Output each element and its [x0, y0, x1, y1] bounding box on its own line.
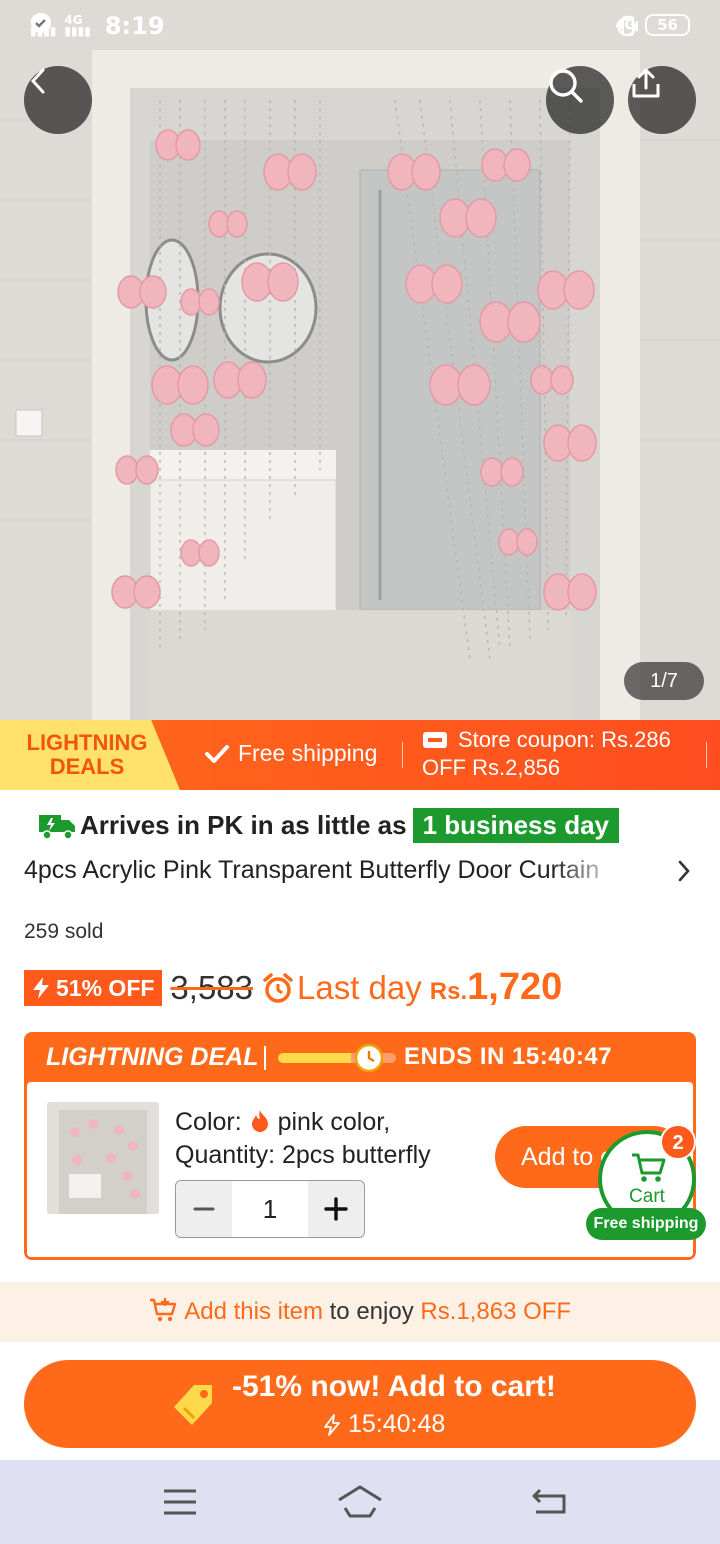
- lightning-icon: [33, 976, 49, 999]
- quantity-option: Quantity: 2pcs butterfly: [175, 1141, 431, 1169]
- add-item-link[interactable]: Add this item: [184, 1298, 323, 1325]
- search-button[interactable]: [546, 66, 614, 134]
- discount-label: 51% OFF: [56, 974, 155, 1001]
- sold-count: 259 sold: [24, 920, 104, 943]
- price-row: 51% OFF 3,583 Last day Rs. 1,720: [24, 966, 562, 1009]
- add-item-strip[interactable]: Add this item to enjoy Rs.1,863 OFF: [0, 1282, 720, 1342]
- price-tag-icon: [174, 1385, 212, 1425]
- lightning-deals-badge[interactable]: LIGHTNING DEALS: [0, 720, 180, 790]
- cart-plus-icon: [149, 1298, 177, 1322]
- product-thumbnail[interactable]: [47, 1102, 159, 1214]
- quantity-value[interactable]: 1: [232, 1181, 308, 1237]
- alarm-clock-icon: [263, 972, 293, 1003]
- image-counter: 1/7: [624, 662, 704, 700]
- cart-free-shipping-pill: Free shipping: [586, 1208, 706, 1240]
- cart-icon: [632, 1153, 666, 1182]
- arrives-text: Arrives in PK in as little as: [80, 810, 407, 840]
- main-add-to-cart-button[interactable]: -51% now! Add to cart! 15:40:48: [24, 1360, 696, 1448]
- quantity-stepper[interactable]: 1: [175, 1180, 365, 1238]
- cart-count-badge: 2: [660, 1124, 696, 1160]
- system-nav-bar: [0, 1460, 720, 1544]
- fire-icon: [251, 1110, 268, 1132]
- divider: [402, 742, 403, 768]
- add-item-middle-text: to enjoy: [329, 1298, 414, 1325]
- back-button[interactable]: [24, 66, 92, 134]
- free-shipping-info: Free shipping: [204, 740, 377, 767]
- signal-2: 4G ▮▮▮▮: [64, 14, 91, 38]
- search-icon: [549, 69, 583, 103]
- promo-banner: LIGHTNING DEALS Free shipping Store coup…: [0, 720, 720, 790]
- color-value: pink color,: [277, 1108, 391, 1136]
- product-title[interactable]: 4pcs Acrylic Pink Transparent Butterfly …: [24, 856, 624, 885]
- color-label: Color:: [175, 1108, 242, 1136]
- deal-label: LIGHTNING DEAL: [46, 1043, 259, 1071]
- chevron-left-icon: [30, 68, 45, 94]
- coupon-line1: Store coupon: Rs.286: [458, 727, 671, 752]
- delivery-estimate: Arrives in PK in as little as 1 business…: [38, 808, 619, 843]
- currency-label: Rs.: [429, 977, 468, 1005]
- cart-label: Cart: [629, 1186, 665, 1207]
- badge-line1: LIGHTNING: [26, 730, 148, 755]
- chevron-right-icon[interactable]: [674, 858, 694, 884]
- checkmark-icon: [205, 744, 229, 763]
- thumbnail-image: [47, 1102, 159, 1214]
- increment-button[interactable]: [308, 1181, 364, 1237]
- share-icon: [632, 68, 660, 98]
- divider: [706, 742, 707, 768]
- signal-bars-icon: ▮▮▮▮: [64, 24, 91, 38]
- cta-headline: -51% now! Add to cart!: [232, 1370, 556, 1403]
- decrement-button[interactable]: [176, 1181, 232, 1237]
- battery-indicator: 56: [645, 14, 690, 36]
- deal-countdown: ENDS IN 15:40:47: [404, 1043, 612, 1071]
- cta-timer: 15:40:48: [322, 1410, 445, 1439]
- sale-price: 1,720: [467, 966, 563, 1008]
- ends-in-label: ENDS IN: [404, 1043, 505, 1070]
- variant-info[interactable]: Color: pink color, Quantity: 2pcs butter…: [175, 1106, 485, 1172]
- minus-icon: [193, 1207, 215, 1211]
- discount-badge: 51% OFF: [24, 969, 163, 1006]
- arrival-highlight: 1 business day: [412, 808, 619, 843]
- plus-icon: [324, 1197, 348, 1221]
- free-shipping-label: Free shipping: [238, 740, 378, 766]
- check-circle-icon: [31, 13, 51, 33]
- divider: [264, 1046, 266, 1070]
- coupon-line2: OFF Rs.2,856: [422, 755, 561, 780]
- original-price: 3,583: [170, 968, 254, 1006]
- lightning-outline-icon: [324, 1413, 340, 1436]
- product-image[interactable]: 4G ▮▮▮▮ 4G ▮▮▮▮ 8:19 4G 56: [0, 0, 720, 720]
- deal-header: LIGHTNING DEAL ENDS IN 15:40:47: [24, 1032, 696, 1082]
- vibrate-icon: [618, 15, 639, 37]
- store-coupon[interactable]: Store coupon: Rs.286 OFF Rs.2,856: [422, 726, 671, 782]
- last-day-label: Last day: [261, 969, 422, 1007]
- coupon-icon: [423, 732, 447, 748]
- back-nav-icon[interactable]: [530, 1482, 568, 1522]
- delivery-truck-icon: [39, 814, 75, 840]
- clock-time: 8:19: [104, 12, 165, 40]
- add-item-discount: Rs.1,863 OFF: [420, 1298, 572, 1325]
- countdown-value: 15:40:47: [512, 1043, 613, 1070]
- cta-timer-value: 15:40:48: [348, 1410, 446, 1438]
- color-row: Color: pink color,: [175, 1106, 485, 1139]
- menu-icon[interactable]: [162, 1482, 198, 1522]
- badge-line2: DEALS: [49, 754, 125, 779]
- home-icon[interactable]: [336, 1482, 384, 1522]
- timer-icon: [354, 1043, 384, 1073]
- last-day-text: Last day: [297, 968, 422, 1006]
- share-button[interactable]: [628, 66, 696, 134]
- status-bar: 4G ▮▮▮▮ 4G ▮▮▮▮ 8:19 4G 56: [0, 0, 720, 56]
